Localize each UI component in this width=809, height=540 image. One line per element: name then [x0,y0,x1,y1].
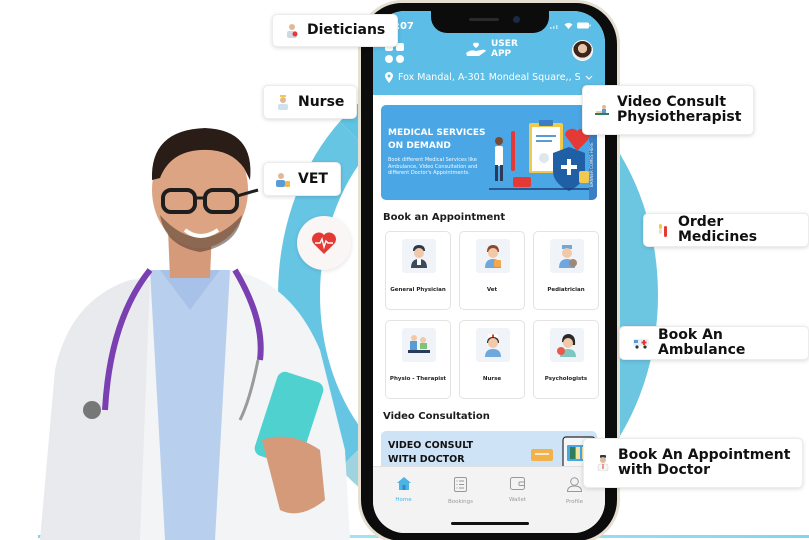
service-card-pediatrician[interactable]: Pediatrician [533,231,599,310]
chip-vet-label: VET [298,170,328,187]
chip-book-appointment-doctor: Book An Appointment with Doctor [583,438,804,488]
chip-vet: VET [263,162,341,196]
speaker [469,18,499,21]
physio-therapist-icon [408,335,430,353]
chip-book-ambulance: Book An Ambulance [619,326,809,360]
wifi-icon [564,22,573,29]
profile-icon [567,477,582,492]
chip-dieticians: Dieticians [272,14,399,47]
chip-order-medicines: Order Medicines [643,213,809,247]
general-physician-icon [411,245,427,268]
banner-strip: BANNER COMES HERE [589,130,597,200]
bottom-tab-bar: Home Bookings Wallet Profile [373,466,605,533]
phone-screen: 6:07 USER APP Fox Mandal, A-301 Mondeal … [373,11,605,533]
doctor-icon [596,455,610,471]
chip-nurse-label: Nurse [298,93,345,110]
home-indicator [451,522,529,525]
wallet-icon [510,477,525,490]
chip-nurse: Nurse [263,85,358,119]
heart-badge [297,216,351,270]
app-logo: USER APP [465,39,518,59]
chevron-down-icon [585,75,593,80]
service-card-vet[interactable]: Vet [459,231,525,310]
vet-icon [276,171,290,187]
service-card-nurse[interactable]: Nurse [459,320,525,399]
phone-mockup: 6:07 USER APP Fox Mandal, A-301 Mondeal … [358,0,620,540]
ambulance-icon [632,335,650,351]
app-name: USER APP [491,39,518,59]
phone-notch [431,11,549,33]
medicine-icon [656,222,670,238]
video-consultation-title: Video Consultation [383,411,490,422]
bookings-icon [454,477,467,492]
vet-icon [485,245,501,268]
chip-physio-label: Video Consult Physiotherapist [617,94,742,125]
book-appointment-title: Book an Appointment [383,212,506,223]
heartbeat-icon [311,232,337,254]
service-card-physio-therapist[interactable]: Physio - Therapist [385,320,451,399]
chip-order-medicines-label: Order Medicines [678,214,758,245]
service-card-general-physician[interactable]: General Physician [385,231,451,310]
pediatrician-icon [559,245,577,268]
care-hand-icon [466,42,486,56]
chip-dieticians-label: Dieticians [307,22,386,39]
battery-icon [577,22,591,29]
service-cards-row-2: Physio - Therapist Nurse Psychologists [385,320,605,399]
status-icons [550,22,591,29]
nurse-icon [276,94,290,110]
banner-title: MEDICAL SERVICES ON DEMAND [388,128,486,151]
nurse-icon [485,334,501,357]
service-card-psychologists[interactable]: Psychologists [533,320,599,399]
dietician-icon [285,23,299,39]
location-text: Fox Mandal, A-301 Mondeal Square,, S... [398,72,580,83]
chip-video-consult-physiotherapist: Video Consult Physiotherapist [582,85,755,135]
chip-book-ambulance-label: Book An Ambulance [658,327,746,358]
signal-icon [550,24,558,29]
banner-description: Book different Medical Services like Amb… [388,157,478,176]
chip-appointment-label: Book An Appointment with Doctor [618,447,791,478]
camera [513,16,520,23]
psychologist-icon [557,334,576,357]
medical-illustration [489,120,590,191]
promo-banner[interactable]: MEDICAL SERVICES ON DEMAND Book differen… [381,105,597,200]
location-selector[interactable]: Fox Mandal, A-301 Mondeal Square,, S... [385,72,593,83]
location-pin-icon [385,72,393,83]
physiotherapist-icon [595,102,609,118]
home-icon [396,477,411,490]
service-cards-row-1: General Physician Vet Pediatrician [385,231,605,310]
user-avatar[interactable] [572,40,593,61]
video-consult-title: VIDEO CONSULT WITH DOCTOR [388,440,474,465]
tab-home[interactable]: Home [375,467,432,533]
